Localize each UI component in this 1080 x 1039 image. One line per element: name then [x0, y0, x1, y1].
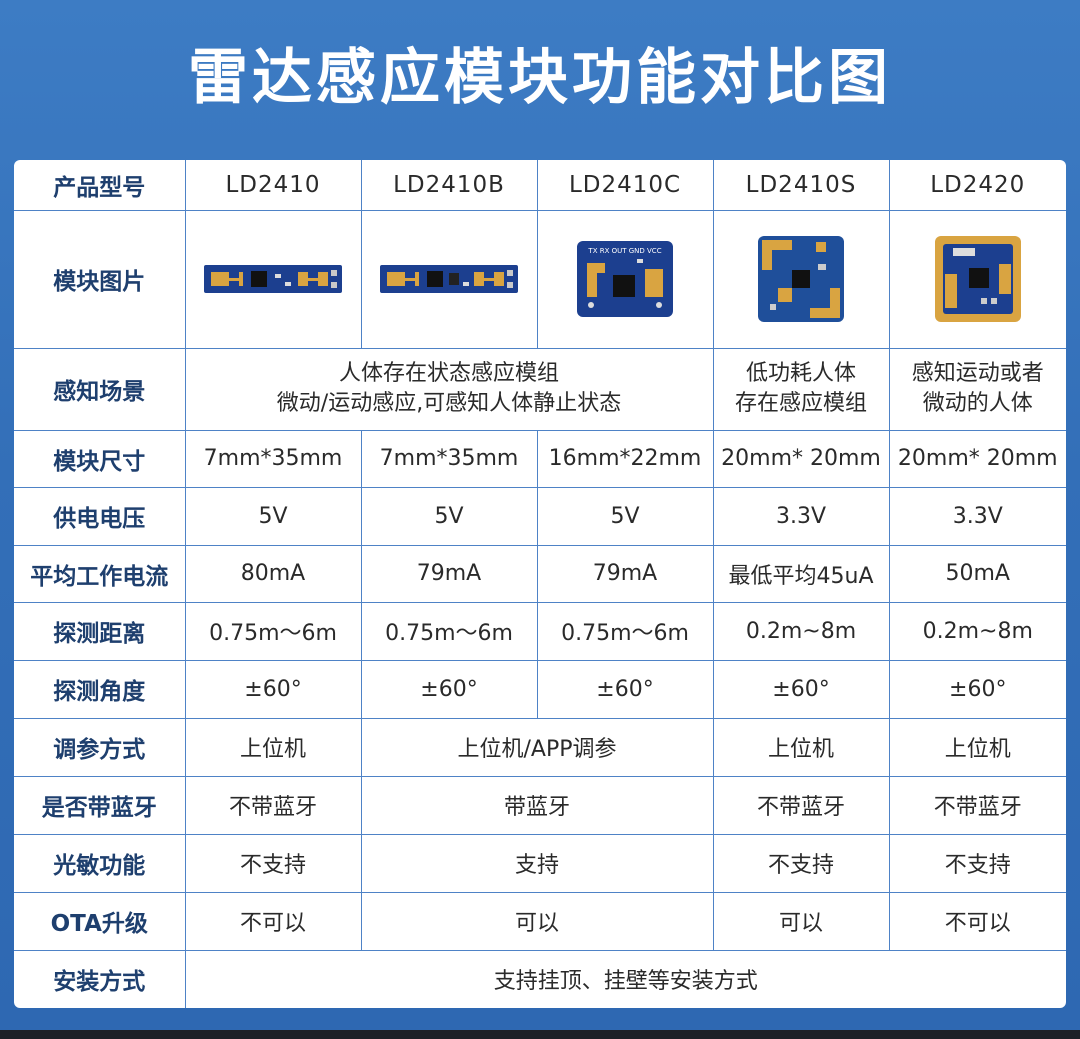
image-ld2410c: TX RX OUT GND VCC	[536, 209, 714, 349]
voltage-ld2410b: 5V	[360, 486, 538, 546]
scene-group-line2: 微动/运动感应,可感知人体静止状态	[276, 391, 622, 416]
size-ld2410s: 20mm* 20mm	[712, 429, 890, 488]
row-label-voltage: 供电电压	[14, 486, 186, 546]
page-title: 雷达感应模块功能对比图	[188, 43, 892, 113]
ota-ld2420: 不可以	[888, 891, 1066, 951]
bluetooth-ld2410: 不带蓝牙	[184, 775, 362, 835]
scene-ld2410s: 低功耗人体 存在感应模组	[712, 347, 890, 431]
bottom-bar	[0, 1030, 1080, 1039]
row-model: 产品型号 LD2410 LD2410B LD2410C LD2410S LD24…	[14, 160, 1066, 211]
row-size: 模块尺寸 7mm*35mm 7mm*35mm 16mm*22mm 20mm* 2…	[14, 429, 1066, 488]
bluetooth-ld2410b-c: 带蓝牙	[360, 775, 714, 835]
size-ld2410: 7mm*35mm	[184, 429, 362, 488]
light-ld2410b-c: 支持	[360, 833, 714, 893]
row-label-model: 产品型号	[14, 160, 186, 211]
angle-ld2410s: ±60°	[712, 659, 890, 719]
row-label-angle: 探测角度	[14, 659, 186, 719]
row-label-size: 模块尺寸	[14, 429, 186, 488]
scene-ld2410-group: 人体存在状态感应模组 微动/运动感应,可感知人体静止状态	[184, 347, 714, 431]
pcb-square-image: TX RX OUT GND VCC	[577, 241, 673, 317]
row-label-ota: OTA升级	[14, 891, 186, 951]
model-ld2410b: LD2410B	[360, 160, 538, 211]
voltage-ld2410s: 3.3V	[712, 486, 890, 546]
row-label-bluetooth: 是否带蓝牙	[14, 775, 186, 835]
voltage-ld2410: 5V	[184, 486, 362, 546]
row-light: 光敏功能 不支持 支持 不支持 不支持	[14, 833, 1066, 893]
row-distance: 探测距离 0.75m～6m 0.75m～6m 0.75m～6m 0.2m~8m …	[14, 601, 1066, 661]
row-scene: 感知场景 人体存在状态感应模组 微动/运动感应,可感知人体静止状态 低功耗人体 …	[14, 347, 1066, 431]
comparison-table: 产品型号 LD2410 LD2410B LD2410C LD2410S LD24…	[14, 160, 1066, 1008]
bluetooth-ld2420: 不带蓝牙	[888, 775, 1066, 835]
current-ld2410c: 79mA	[536, 544, 714, 603]
distance-ld2420: 0.2m~8m	[888, 601, 1066, 661]
current-ld2420: 50mA	[888, 544, 1066, 603]
scene-ld2410s-line1: 低功耗人体	[745, 361, 856, 386]
pcb-strip-image	[204, 265, 342, 293]
row-tuning: 调参方式 上位机 上位机/APP调参 上位机 上位机	[14, 717, 1066, 777]
current-ld2410b: 79mA	[360, 544, 538, 603]
ota-ld2410s: 可以	[712, 891, 890, 951]
bluetooth-ld2410s: 不带蓝牙	[712, 775, 890, 835]
row-label-scene: 感知场景	[14, 347, 186, 431]
light-ld2410: 不支持	[184, 833, 362, 893]
scene-ld2420-line2: 微动的人体	[922, 391, 1033, 416]
image-ld2420	[888, 209, 1066, 349]
size-ld2410b: 7mm*35mm	[360, 429, 538, 488]
model-ld2420: LD2420	[888, 160, 1066, 211]
model-ld2410c: LD2410C	[536, 160, 714, 211]
row-voltage: 供电电压 5V 5V 5V 3.3V 3.3V	[14, 486, 1066, 546]
row-label-install: 安装方式	[14, 949, 186, 1008]
light-ld2410s: 不支持	[712, 833, 890, 893]
comparison-grid: 产品型号 LD2410 LD2410B LD2410C LD2410S LD24…	[14, 160, 1066, 1008]
size-ld2410c: 16mm*22mm	[536, 429, 714, 488]
tuning-ld2410b-c: 上位机/APP调参	[360, 717, 714, 777]
distance-ld2410: 0.75m～6m	[184, 601, 362, 661]
distance-ld2410c: 0.75m～6m	[536, 601, 714, 661]
distance-ld2410s: 0.2m~8m	[712, 601, 890, 661]
model-ld2410: LD2410	[184, 160, 362, 211]
angle-ld2410c: ±60°	[536, 659, 714, 719]
row-bluetooth: 是否带蓝牙 不带蓝牙 带蓝牙 不带蓝牙 不带蓝牙	[14, 775, 1066, 835]
scene-ld2420-line1: 感知运动或者	[911, 361, 1044, 386]
angle-ld2410: ±60°	[184, 659, 362, 719]
row-current: 平均工作电流 80mA 79mA 79mA 最低平均45uA 50mA	[14, 544, 1066, 603]
current-ld2410: 80mA	[184, 544, 362, 603]
pcb-strip-image	[380, 265, 518, 293]
ota-ld2410b-c: 可以	[360, 891, 714, 951]
angle-ld2410b: ±60°	[360, 659, 538, 719]
image-ld2410	[184, 209, 362, 349]
pcb-silkscreen: TX RX OUT GND VCC	[587, 247, 661, 255]
pcb-square-image	[934, 236, 1021, 322]
scene-ld2420: 感知运动或者 微动的人体	[888, 347, 1066, 431]
image-ld2410s	[712, 209, 890, 349]
scene-ld2410s-line2: 存在感应模组	[734, 391, 867, 416]
ota-ld2410: 不可以	[184, 891, 362, 951]
tuning-ld2410s: 上位机	[712, 717, 890, 777]
voltage-ld2420: 3.3V	[888, 486, 1066, 546]
light-ld2420: 不支持	[888, 833, 1066, 893]
row-install: 安装方式 支持挂顶、挂壁等安装方式	[14, 949, 1066, 1008]
scene-group-line1: 人体存在状态感应模组	[338, 361, 559, 386]
pcb-square-image	[758, 236, 844, 322]
row-ota: OTA升级 不可以 可以 可以 不可以	[14, 891, 1066, 951]
angle-ld2420: ±60°	[888, 659, 1066, 719]
row-image: 模块图片 TX RX OUT GND VCC	[14, 209, 1066, 349]
model-ld2410s: LD2410S	[712, 160, 890, 211]
row-label-current: 平均工作电流	[14, 544, 186, 603]
row-label-distance: 探测距离	[14, 601, 186, 661]
row-label-tuning: 调参方式	[14, 717, 186, 777]
current-ld2410s: 最低平均45uA	[712, 544, 890, 603]
tuning-ld2420: 上位机	[888, 717, 1066, 777]
distance-ld2410b: 0.75m～6m	[360, 601, 538, 661]
tuning-ld2410: 上位机	[184, 717, 362, 777]
install-all: 支持挂顶、挂壁等安装方式	[184, 949, 1066, 1008]
size-ld2420: 20mm* 20mm	[888, 429, 1066, 488]
row-angle: 探测角度 ±60° ±60° ±60° ±60° ±60°	[14, 659, 1066, 719]
row-label-image: 模块图片	[14, 209, 186, 349]
image-ld2410b	[360, 209, 538, 349]
voltage-ld2410c: 5V	[536, 486, 714, 546]
row-label-light: 光敏功能	[14, 833, 186, 893]
